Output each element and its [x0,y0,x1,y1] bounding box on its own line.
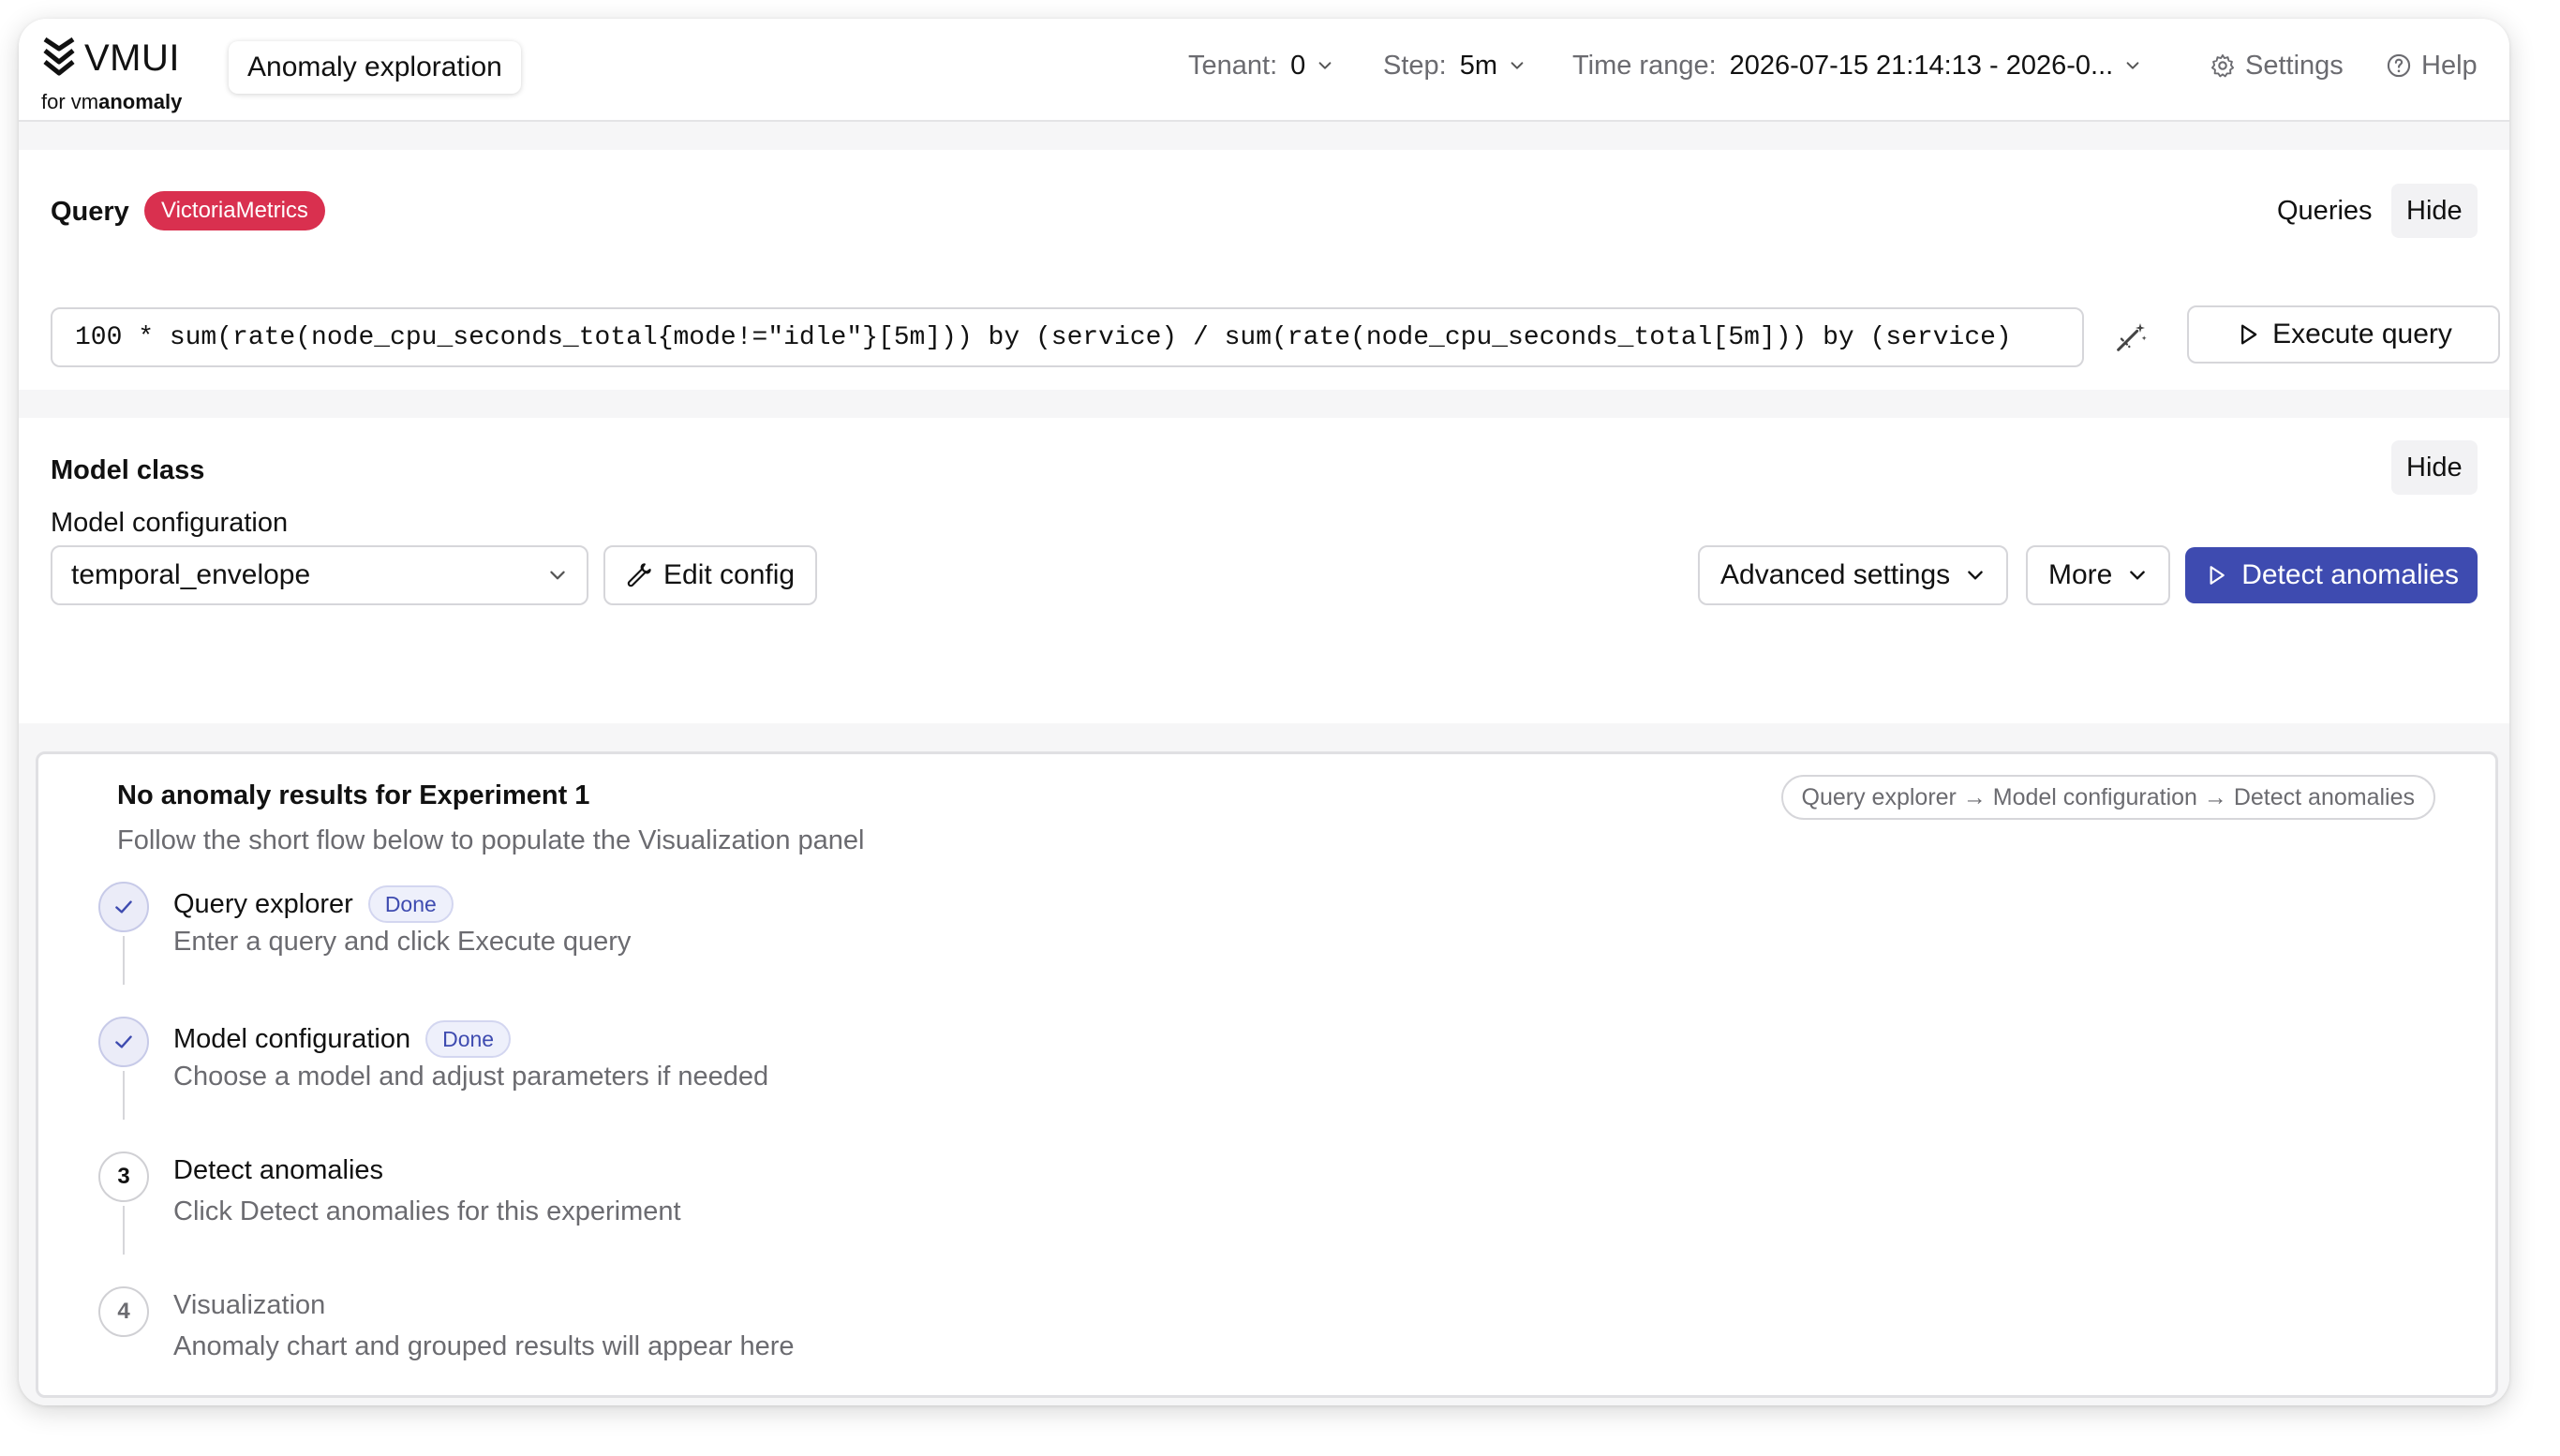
execute-query-button[interactable]: Execute query [2187,305,2500,364]
datasource-badge: VictoriaMetrics [144,191,325,230]
flow-step-model-configuration: Model configuration Done Choose a model … [98,1017,1223,1120]
page-title: Anomaly exploration [229,41,521,94]
step-title: Detect anomalies [173,1155,384,1185]
check-icon [115,900,132,914]
flow-step-visualization: 4 Visualization Anomaly chart and groupe… [98,1286,1223,1389]
model-config-select[interactable]: temporal_envelope [51,545,588,605]
logo-subtitle: for vmanomaly [41,90,183,113]
tenant-label: Tenant: [1188,50,1278,81]
play-icon [2241,324,2257,345]
step-label: Step: [1383,50,1447,81]
step-complete-marker [98,882,149,932]
step-complete-marker [98,1017,149,1067]
settings-label: Settings [2245,50,2344,81]
chevron-down-icon [1968,571,1983,580]
tenant-value: 0 [1290,50,1306,81]
query-title: Query [51,197,129,227]
victoriametrics-logo-icon [43,37,75,76]
edit-config-button[interactable]: Edit config [603,545,818,605]
done-badge: Done [425,1020,512,1058]
settings-button[interactable]: Settings [2210,47,2344,84]
help-button[interactable]: Help [2386,47,2478,84]
chevron-down-icon [2126,62,2139,69]
more-label: More [2048,559,2113,590]
flow-step-detect-anomalies: 3 Detect anomalies Click Detect anomalie… [98,1151,1223,1255]
chevron-down-icon [550,571,565,580]
step-selector[interactable]: Step: 5m [1383,47,1526,84]
step-number-marker: 4 [98,1286,149,1337]
empty-state-card: No anomaly results for Experiment 1 Foll… [36,751,2498,1398]
chevron-down-icon [1511,62,1524,69]
step-connector [123,1071,125,1120]
detect-anomalies-label: Detect anomalies [2241,559,2459,590]
chevron-down-icon [1318,62,1332,69]
section-gap [19,390,2509,418]
top-header: VMUI for vmanomaly Anomaly exploration T… [19,19,2509,122]
more-button[interactable]: More [2026,545,2171,605]
step-number-marker: 3 [98,1151,149,1202]
step-title: Visualization [173,1290,326,1320]
model-class-title: Model class [51,455,205,485]
step-description: Choose a model and adjust parameters if … [173,1062,769,1092]
step-connector [123,1206,125,1255]
queries-button[interactable]: Queries [2262,184,2388,238]
model-panel: Model class Hide Model configuration tem… [19,418,2509,695]
time-range-label: Time range: [1572,50,1717,81]
empty-state-subtitle: Follow the short flow below to populate … [117,825,865,855]
help-label: Help [2421,50,2478,81]
model-config-label: Model configuration [51,508,289,538]
advanced-settings-button[interactable]: Advanced settings [1698,545,2009,605]
edit-config-label: Edit config [663,559,796,590]
vmui-logo[interactable]: VMUI for vmanomaly [41,36,210,113]
wrench-icon [627,563,651,587]
magic-wand-icon[interactable] [2112,319,2150,356]
help-icon [2387,53,2411,78]
advanced-settings-label: Advanced settings [1720,559,1951,590]
flow-hint-pill: Query explorer → Model configuration → D… [1780,775,2435,820]
time-range-value: 2026-07-15 21:14:13 - 2026-0... [1729,50,2114,81]
flow-step-query-explorer: Query explorer Done Enter a query and cl… [98,882,1223,985]
step-description: Click Detect anomalies for this experime… [173,1196,681,1226]
logo-name: VMUI [84,37,180,79]
done-badge: Done [367,885,454,923]
hide-query-button[interactable]: Hide [2391,184,2478,238]
query-panel: Query VictoriaMetrics Queries Hide 100 *… [19,150,2509,390]
empty-state-title: No anomaly results for Experiment 1 [117,780,590,810]
chevron-down-icon [2130,571,2146,580]
step-description: Enter a query and click Execute query [173,927,632,957]
time-range-selector[interactable]: Time range: 2026-07-15 21:14:13 - 2026-0… [1572,47,2141,84]
play-icon [2210,566,2225,585]
hide-model-button[interactable]: Hide [2391,440,2478,495]
visualization-panel: No anomaly results for Experiment 1 Foll… [19,723,2509,1405]
detect-anomalies-button[interactable]: Detect anomalies [2185,547,2478,603]
app-window: VMUI for vmanomaly Anomaly exploration T… [19,19,2509,1405]
step-value: 5m [1459,50,1498,81]
section-gap [19,122,2509,150]
step-title: Query explorer Done [173,885,454,923]
gear-icon [2210,53,2235,78]
execute-query-label: Execute query [2272,319,2452,349]
tenant-selector[interactable]: Tenant: 0 [1188,47,1333,84]
model-config-value: temporal_envelope [71,559,311,590]
step-connector [123,936,125,985]
step-description: Anomaly chart and grouped results will a… [173,1331,795,1361]
step-title: Model configuration Done [173,1020,512,1058]
check-icon [115,1035,132,1048]
query-input[interactable]: 100 * sum(rate(node_cpu_seconds_total{mo… [51,307,2084,367]
